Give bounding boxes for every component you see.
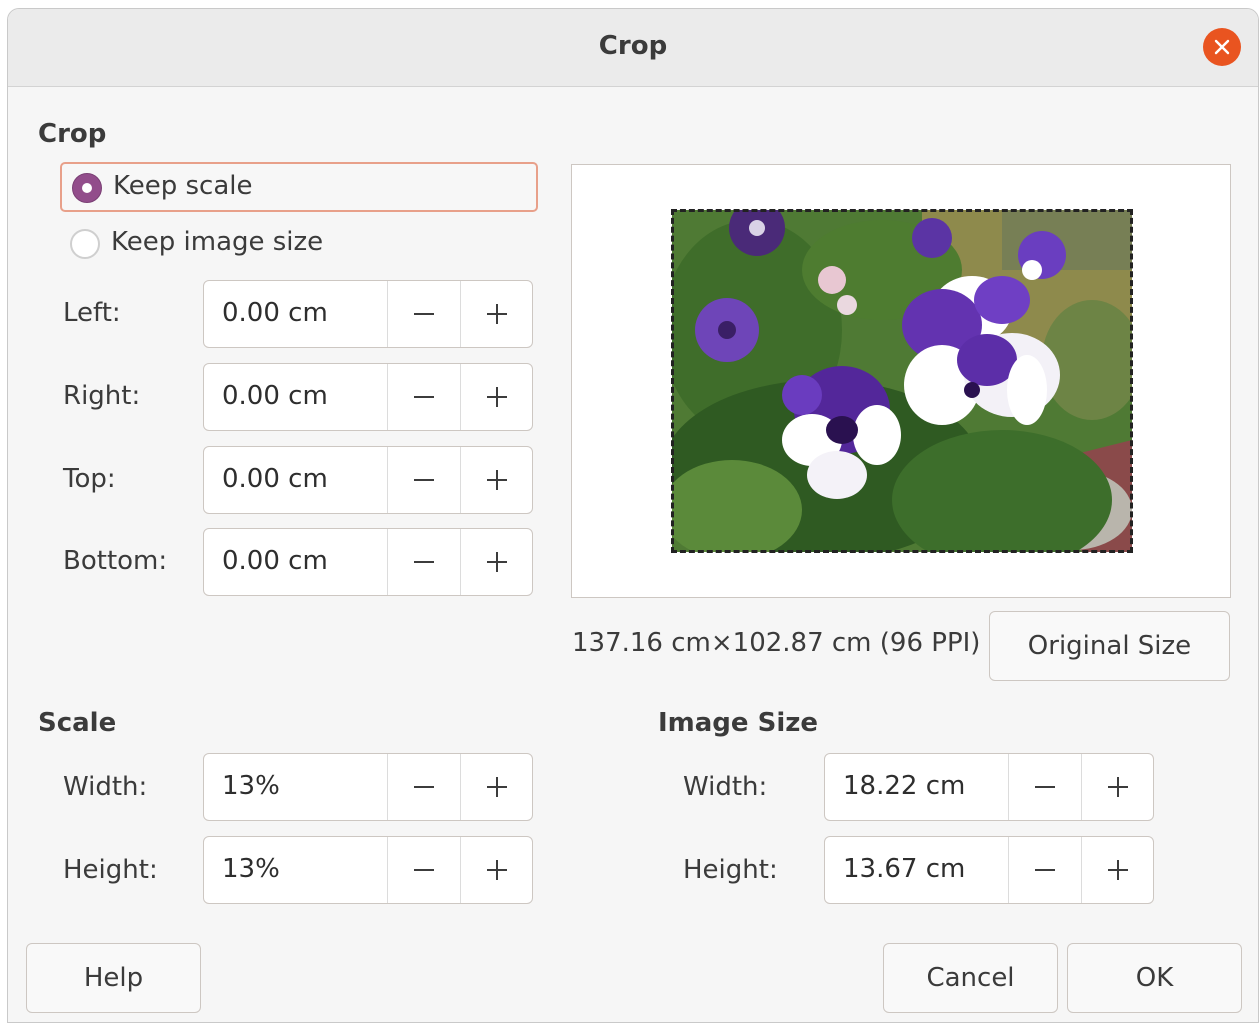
crop-dialog: Crop Crop Keep scale Keep image size Lef… [7, 8, 1259, 1023]
image-height-decrement-button[interactable] [1008, 837, 1080, 903]
top-decrement-button[interactable] [387, 447, 459, 513]
plus-icon [1107, 777, 1128, 797]
image-width-label: Width: [683, 772, 768, 802]
left-decrement-button[interactable] [387, 281, 459, 347]
keep-image-size-radio[interactable] [70, 229, 100, 259]
cancel-button[interactable]: Cancel [883, 943, 1058, 1013]
minus-icon [413, 869, 434, 871]
left-spinbox: 0.00 cm [203, 280, 533, 348]
plus-icon [486, 304, 507, 324]
minus-icon [413, 786, 434, 788]
right-spinbox: 0.00 cm [203, 363, 533, 431]
minus-icon [1034, 786, 1055, 788]
keep-image-size-radio-row[interactable]: Keep image size [60, 220, 538, 270]
scale-width-decrement-button[interactable] [387, 754, 459, 820]
scale-height-label: Height: [63, 855, 158, 885]
left-increment-button[interactable] [460, 281, 532, 347]
image-size-section-title: Image Size [658, 708, 819, 738]
plus-icon [486, 470, 507, 490]
image-width-spinbox: 18.22 cm [824, 753, 1154, 821]
bottom-input[interactable]: 0.00 cm [222, 546, 328, 576]
scale-width-label: Width: [63, 772, 148, 802]
keep-scale-radio[interactable] [72, 173, 102, 203]
flower-photo [672, 210, 1132, 552]
right-increment-button[interactable] [460, 364, 532, 430]
minus-icon [1034, 869, 1055, 871]
top-spinbox: 0.00 cm [203, 446, 533, 514]
image-height-increment-button[interactable] [1081, 837, 1153, 903]
dialog-title: Crop [598, 31, 668, 61]
right-decrement-button[interactable] [387, 364, 459, 430]
help-button[interactable]: Help [26, 943, 201, 1013]
scale-height-decrement-button[interactable] [387, 837, 459, 903]
image-preview[interactable] [671, 209, 1133, 553]
bottom-increment-button[interactable] [460, 529, 532, 595]
bottom-spinbox: 0.00 cm [203, 528, 533, 596]
scale-height-spinbox: 13% [203, 836, 533, 904]
plus-icon [486, 387, 507, 407]
image-width-increment-button[interactable] [1081, 754, 1153, 820]
title-bar: Crop [8, 9, 1258, 87]
bottom-label: Bottom: [63, 546, 168, 576]
left-label: Left: [63, 298, 121, 328]
scale-section-title: Scale [38, 708, 117, 738]
plus-icon [486, 860, 507, 880]
keep-image-size-label: Keep image size [111, 227, 324, 257]
crop-section-title: Crop [38, 119, 107, 149]
scale-width-input[interactable]: 13% [222, 771, 280, 801]
scale-width-spinbox: 13% [203, 753, 533, 821]
close-icon [1214, 39, 1230, 55]
plus-icon [486, 777, 507, 797]
minus-icon [413, 396, 434, 398]
plus-icon [486, 552, 507, 572]
plus-icon [1107, 860, 1128, 880]
original-size-info: 137.16 cm×102.87 cm (96 PPI) [572, 628, 981, 658]
keep-scale-label: Keep scale [113, 171, 253, 201]
image-width-input[interactable]: 18.22 cm [843, 771, 965, 801]
minus-icon [413, 561, 434, 563]
keep-scale-radio-row[interactable]: Keep scale [60, 162, 538, 212]
original-size-button[interactable]: Original Size [989, 611, 1230, 681]
bottom-decrement-button[interactable] [387, 529, 459, 595]
scale-height-increment-button[interactable] [460, 837, 532, 903]
top-label: Top: [63, 464, 116, 494]
ok-button[interactable]: OK [1067, 943, 1242, 1013]
top-input[interactable]: 0.00 cm [222, 464, 328, 494]
image-height-spinbox: 13.67 cm [824, 836, 1154, 904]
right-input[interactable]: 0.00 cm [222, 381, 328, 411]
scale-width-increment-button[interactable] [460, 754, 532, 820]
image-width-decrement-button[interactable] [1008, 754, 1080, 820]
scale-height-input[interactable]: 13% [222, 854, 280, 884]
right-label: Right: [63, 381, 141, 411]
top-increment-button[interactable] [460, 447, 532, 513]
minus-icon [413, 479, 434, 481]
minus-icon [413, 313, 434, 315]
left-input[interactable]: 0.00 cm [222, 298, 328, 328]
crop-preview [571, 164, 1231, 598]
image-height-input[interactable]: 13.67 cm [843, 854, 965, 884]
image-height-label: Height: [683, 855, 778, 885]
close-button[interactable] [1203, 28, 1241, 66]
